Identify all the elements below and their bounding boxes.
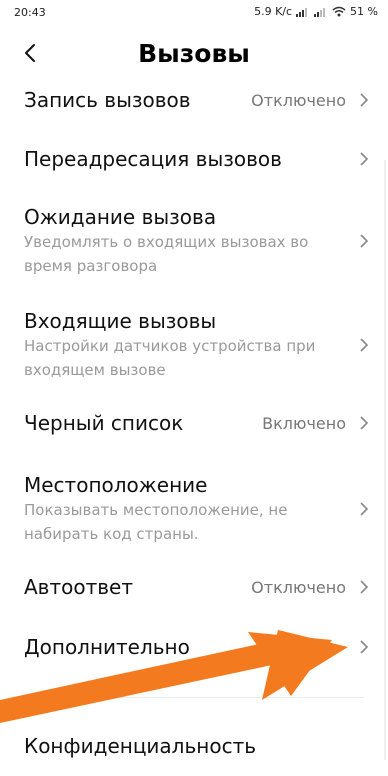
network-speed: 5.9 K/c	[254, 5, 293, 18]
setting-subtitle: Настройки датчиков устройства при входящ…	[24, 334, 324, 382]
chevron-right-icon	[360, 640, 369, 654]
setting-call-forwarding[interactable]: Переадресация вызовов	[0, 140, 388, 184]
status-right: 5.9 K/c 51 %	[254, 5, 378, 18]
battery-level: 51 %	[350, 5, 378, 18]
signal-icon	[314, 8, 326, 17]
setting-subtitle: Показывать местоположение, не набирать к…	[24, 498, 324, 546]
header: Вызовы	[0, 28, 388, 84]
setting-title: Местоположение	[24, 473, 208, 497]
setting-title: Входящие вызовы	[24, 309, 217, 333]
chevron-right-icon	[360, 152, 369, 166]
setting-subtitle: Уведомлять о входящих вызовах во время р…	[24, 230, 324, 278]
subtitle-line: входящем вызове	[24, 361, 166, 379]
setting-blacklist[interactable]: Черный список Включено	[0, 404, 388, 448]
subtitle-line: Показывать местоположение, не	[24, 501, 288, 519]
setting-title: Переадресация вызовов	[24, 147, 282, 171]
chevron-right-icon	[360, 416, 369, 430]
wifi-icon	[332, 6, 346, 17]
chevron-right-icon	[360, 93, 369, 107]
setting-value: Отключено	[251, 91, 346, 110]
setting-incoming-calls[interactable]: Входящие вызовы Настройки датчиков устро…	[0, 302, 388, 386]
chevron-right-icon	[360, 338, 369, 352]
setting-advanced[interactable]: Дополнительно	[0, 628, 388, 672]
setting-privacy[interactable]: Конфиденциальность	[0, 728, 388, 772]
signal-icon	[296, 8, 308, 17]
chevron-right-icon	[360, 580, 369, 594]
status-bar: 20:43 5.9 K/c 51 %	[0, 0, 388, 26]
setting-title: Автоответ	[24, 575, 133, 599]
page-title: Вызовы	[138, 39, 250, 68]
subtitle-line: Настройки датчиков устройства при	[24, 337, 316, 355]
setting-title: Черный список	[24, 411, 184, 435]
setting-title: Запись вызовов	[24, 88, 191, 112]
chevron-right-icon	[360, 234, 369, 248]
setting-call-waiting[interactable]: Ожидание вызова Уведомлять о входящих вы…	[0, 198, 388, 282]
setting-title: Дополнительно	[24, 635, 190, 659]
setting-value: Включено	[262, 414, 346, 433]
status-time: 20:43	[14, 6, 46, 19]
subtitle-line: время разговора	[24, 257, 158, 275]
chevron-right-icon	[360, 502, 369, 516]
section-divider	[24, 697, 364, 698]
setting-call-recording[interactable]: Запись вызовов Отключено	[0, 80, 388, 124]
setting-title: Конфиденциальность	[24, 734, 257, 758]
subtitle-line: набирать код страны.	[24, 525, 199, 543]
setting-title: Ожидание вызова	[24, 205, 217, 229]
setting-location[interactable]: Местоположение Показывать местоположение…	[0, 466, 388, 550]
subtitle-line: Уведомлять о входящих вызовах во	[24, 233, 309, 251]
setting-auto-answer[interactable]: Автоответ Отключено	[0, 568, 388, 612]
setting-value: Отключено	[251, 578, 346, 597]
